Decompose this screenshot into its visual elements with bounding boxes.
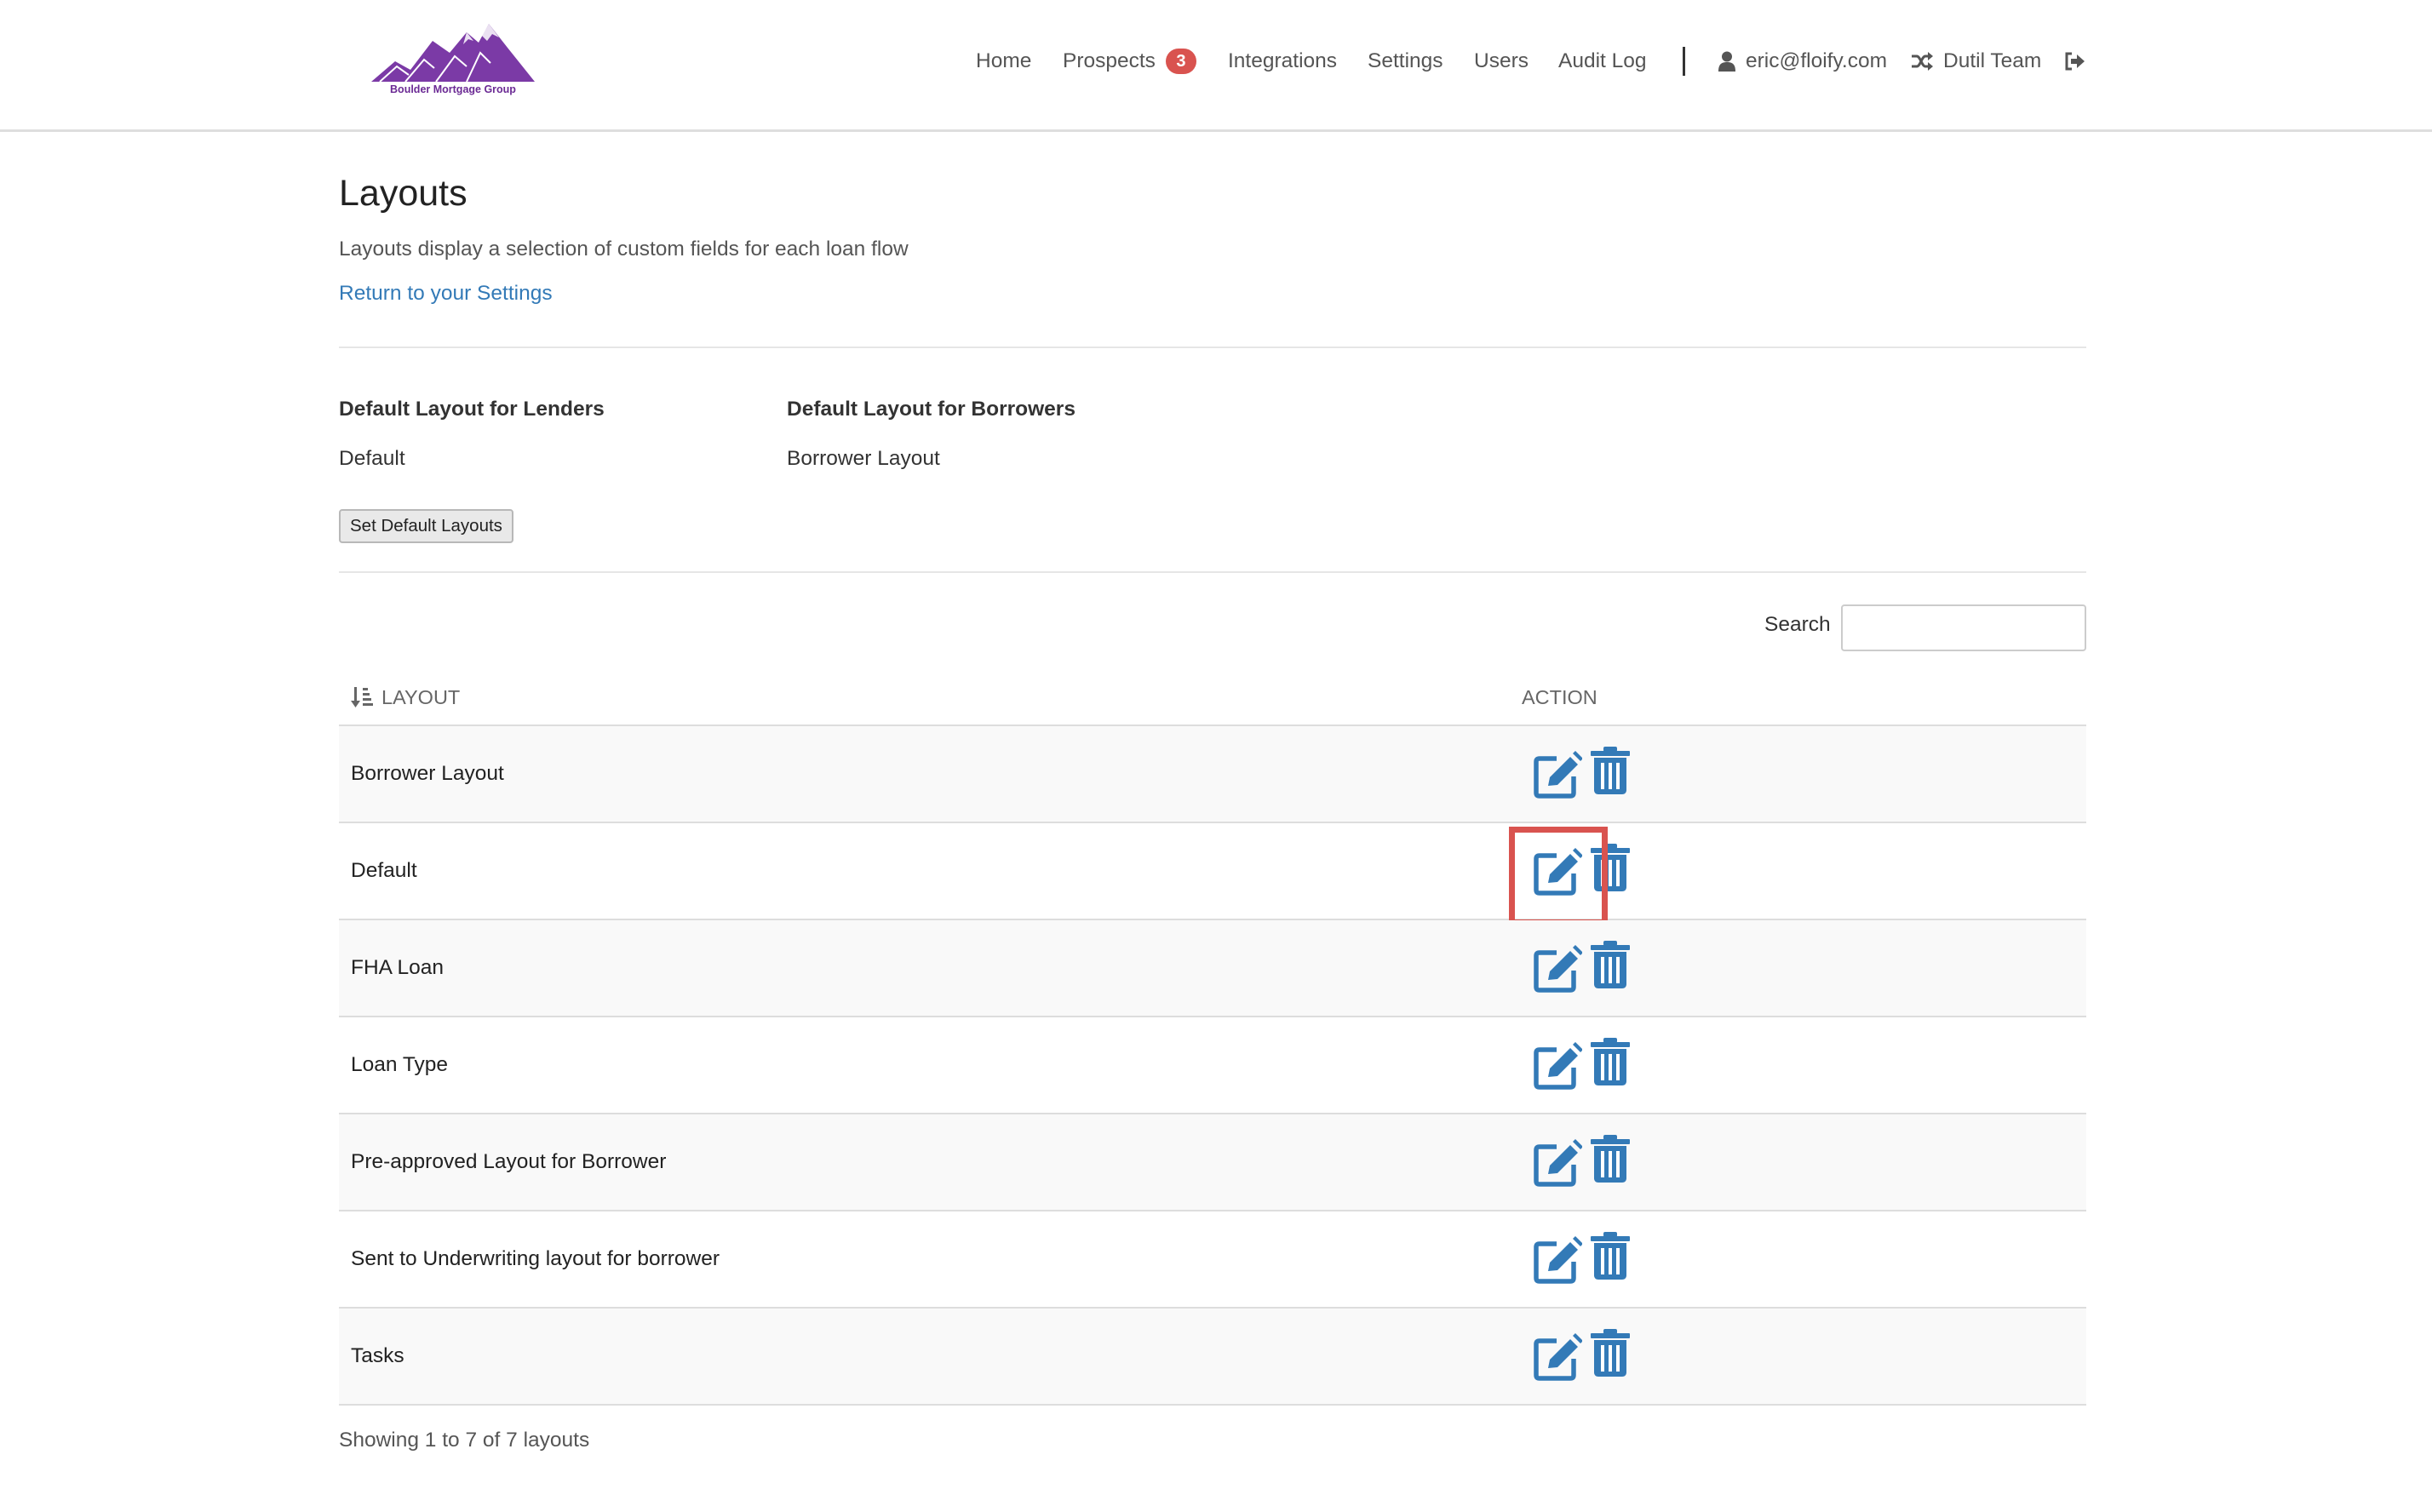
team-name: Dutil Team (1943, 49, 2042, 72)
shuffle-icon (1912, 52, 1933, 71)
trash-icon[interactable] (1591, 1329, 1630, 1377)
nav-home[interactable]: Home (976, 49, 1031, 73)
return-to-settings-link[interactable]: Return to your Settings (339, 282, 553, 306)
table-row: FHA Loan (339, 920, 2086, 1017)
nav-settings[interactable]: Settings (1368, 49, 1443, 73)
page-title: Layouts (339, 173, 467, 214)
trash-icon[interactable] (1591, 1232, 1630, 1280)
trash-icon[interactable] (1591, 941, 1630, 988)
edit-icon[interactable] (1533, 847, 1582, 896)
table-row: Default (339, 823, 2086, 925)
default-lenders-value: Default (339, 447, 405, 470)
user-icon (1718, 51, 1735, 72)
trash-icon[interactable] (1591, 844, 1630, 891)
divider (339, 571, 2086, 573)
default-borrowers-value: Borrower Layout (787, 447, 940, 470)
user-email: eric@floify.com (1746, 49, 1887, 72)
trash-icon[interactable] (1591, 1135, 1630, 1183)
nav-switch-team[interactable]: Dutil Team (1911, 49, 2041, 73)
layout-name: Pre-approved Layout for Borrower (351, 1150, 667, 1173)
layout-name: Default (351, 859, 417, 882)
nav-user-account[interactable]: eric@floify.com (1718, 49, 1887, 73)
edit-icon[interactable] (1533, 1235, 1582, 1285)
divider (339, 346, 2086, 348)
mountain-logo-icon (371, 24, 535, 83)
layouts-table-body: Borrower Layout Default FHA Loan Loan Ty… (339, 726, 2086, 1406)
prospects-count-badge: 3 (1165, 49, 1196, 74)
sort-ascending-icon (351, 687, 373, 707)
edit-icon[interactable] (1533, 1041, 1582, 1091)
layout-name: Borrower Layout (351, 762, 504, 785)
trash-icon[interactable] (1591, 747, 1630, 794)
nav-prospects-label: Prospects (1063, 49, 1156, 72)
search-label: Search (1764, 613, 1831, 636)
logo-text: Boulder Mortgage Group (390, 83, 516, 95)
table-row: Loan Type (339, 1017, 2086, 1114)
search-input[interactable] (1841, 604, 2086, 651)
column-header-layout-label: LAYOUT (381, 685, 461, 708)
nav-users[interactable]: Users (1474, 49, 1529, 73)
edit-icon[interactable] (1533, 750, 1582, 799)
logout-button[interactable] (2064, 52, 2085, 71)
set-default-layouts-button[interactable]: Set Default Layouts (339, 509, 513, 543)
table-info: Showing 1 to 7 of 7 layouts (339, 1429, 590, 1452)
nav-audit-log[interactable]: Audit Log (1558, 49, 1647, 73)
table-row: Tasks (339, 1309, 2086, 1406)
brand-logo[interactable]: Boulder Mortgage Group (371, 22, 535, 100)
layout-name: Loan Type (351, 1053, 448, 1076)
column-header-layout[interactable]: LAYOUT (351, 668, 460, 726)
default-lenders-label: Default Layout for Lenders (339, 398, 605, 421)
default-borrowers-section: Default Layout for Borrowers Borrower La… (787, 398, 1075, 471)
table-header: LAYOUT ACTION (339, 668, 2086, 726)
top-navbar: Boulder Mortgage Group Home Prospects 3 … (0, 0, 2432, 132)
layout-name: FHA Loan (351, 956, 444, 979)
nav-prospects[interactable]: Prospects 3 (1063, 49, 1196, 74)
edit-icon[interactable] (1533, 1138, 1582, 1188)
edit-icon[interactable] (1533, 1332, 1582, 1382)
default-borrowers-label: Default Layout for Borrowers (787, 398, 1075, 421)
layout-name: Sent to Underwriting layout for borrower (351, 1247, 720, 1270)
layout-name: Tasks (351, 1344, 404, 1367)
trash-icon[interactable] (1591, 1038, 1630, 1085)
edit-icon[interactable] (1533, 944, 1582, 994)
sign-out-icon (2065, 52, 2085, 71)
page-subtitle: Layouts display a selection of custom fi… (339, 238, 909, 261)
column-header-action: ACTION (1522, 685, 1597, 708)
nav-integrations[interactable]: Integrations (1228, 49, 1337, 73)
nav-divider (1683, 47, 1685, 76)
table-row: Borrower Layout (339, 726, 2086, 823)
table-row: Sent to Underwriting layout for borrower (339, 1211, 2086, 1309)
default-lenders-section: Default Layout for Lenders Default (339, 398, 605, 471)
table-row: Pre-approved Layout for Borrower (339, 1114, 2086, 1211)
